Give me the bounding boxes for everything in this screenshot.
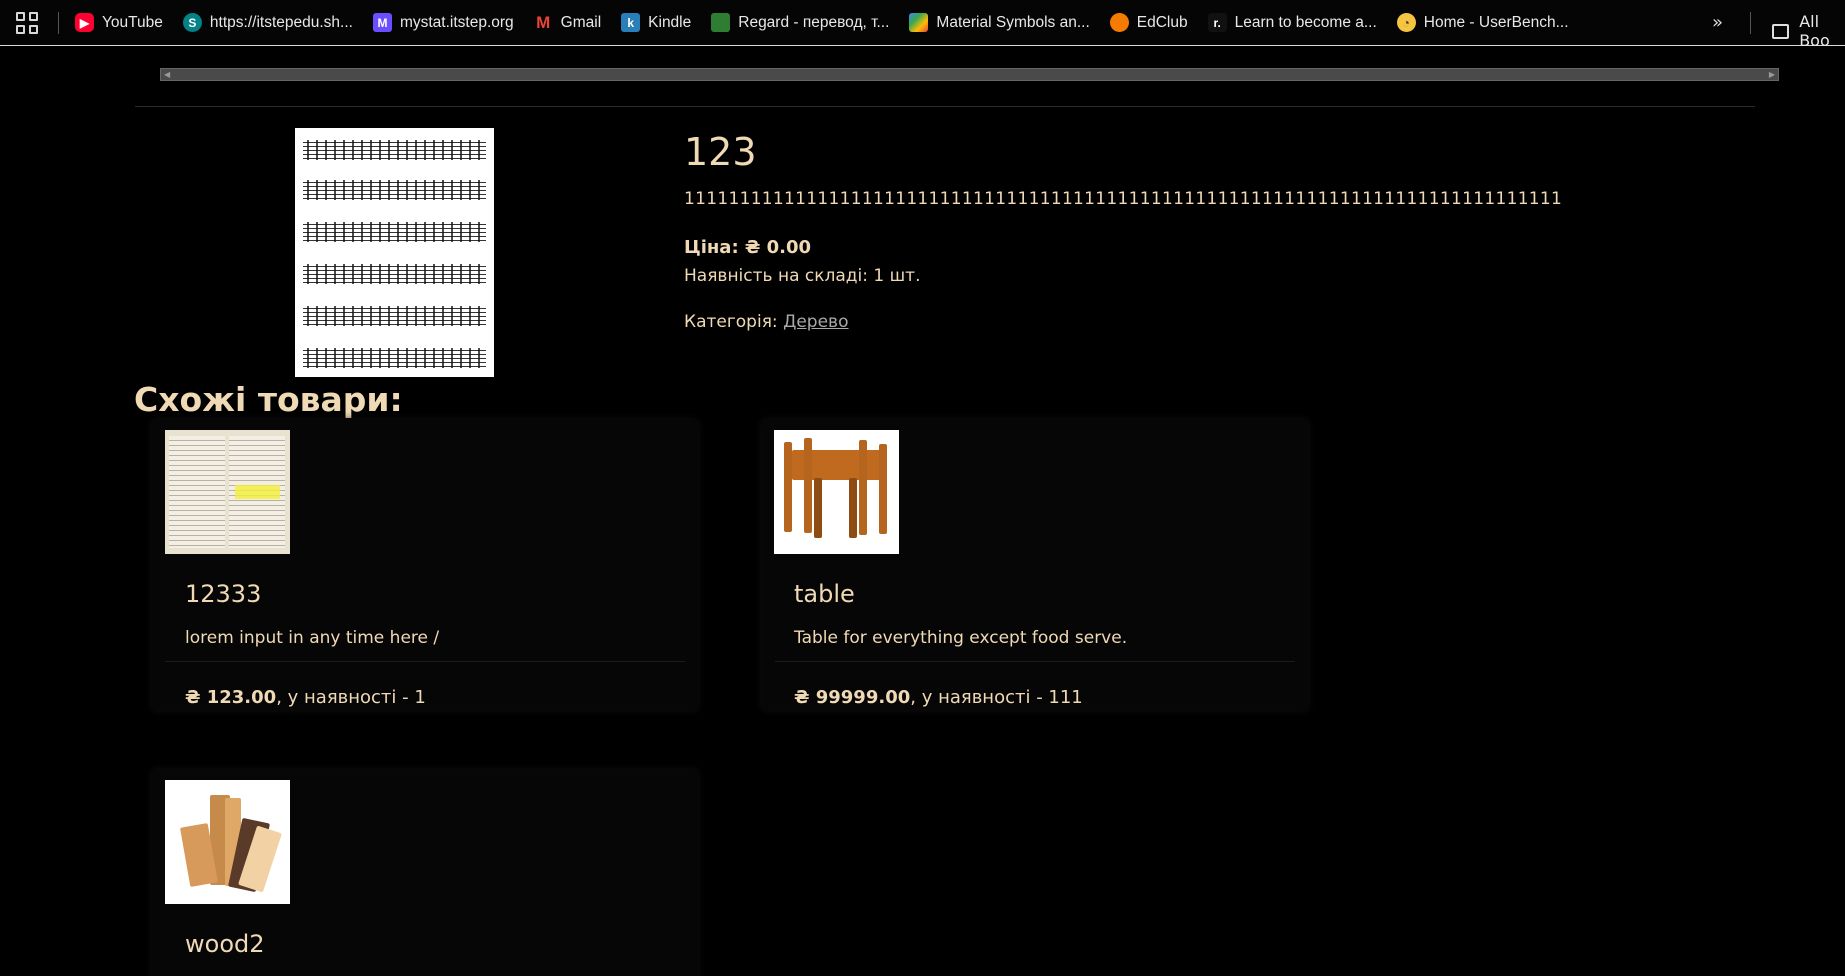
product-card[interactable]: table Table for everything except food s… (762, 420, 1308, 710)
gmail-icon: M (536, 12, 551, 32)
bookmark-kindle[interactable]: k Kindle (621, 13, 691, 32)
card-divider (775, 661, 1295, 662)
category-link[interactable]: Дерево (783, 312, 848, 332)
category-label: Категорія: (684, 312, 784, 332)
card-title[interactable]: wood2 (185, 930, 265, 958)
kindle-icon: k (621, 13, 641, 32)
product-thumbnail (774, 430, 899, 554)
bookmarks-separator (1750, 12, 1751, 34)
userbench-icon: ◔ (1396, 13, 1416, 32)
product-stock: Наявність на складі: 1 шт. (684, 266, 921, 286)
bookmark-label: YouTube (102, 13, 163, 31)
bookmark-label: mystat.itstep.org (399, 13, 514, 31)
card-description: Table for everything except food serve. (794, 628, 1128, 648)
bookmark-gmail[interactable]: M Gmail (534, 13, 601, 32)
product-title: 123 (684, 130, 757, 174)
product-thumbnail (165, 780, 290, 904)
card-stock: , у наявності - 111 (910, 687, 1083, 708)
card-title[interactable]: 12333 (185, 580, 261, 608)
card-title[interactable]: table (794, 580, 855, 608)
material-icon (909, 13, 929, 32)
bookmark-sharepoint[interactable]: S https://itstepedu.sh... (182, 13, 353, 32)
bookmark-label: Gmail (560, 13, 602, 31)
bookmark-edclub[interactable]: EdClub (1109, 13, 1188, 32)
all-bookmarks-button[interactable]: All Boo (1772, 12, 1845, 50)
scroll-right-icon[interactable]: ▶ (1769, 70, 1775, 79)
product-card[interactable]: wood2 (152, 770, 698, 976)
book-image (165, 430, 290, 554)
card-divider (165, 661, 685, 662)
edclub-icon (1109, 13, 1129, 32)
all-bookmarks-label: All Boo (1799, 12, 1830, 50)
mystat-icon: M (372, 13, 392, 32)
card-footer: ₴ 99999.00, у наявності - 111 (794, 687, 1083, 708)
product-description: 1111111111111111111111111111111111111111… (684, 189, 1563, 209)
horizontal-scrollbar[interactable]: ◀ ▶ (160, 68, 1779, 81)
folder-icon (1772, 23, 1790, 39)
bookmark-regard[interactable]: Regard - перевод, т... (711, 13, 889, 32)
bookmark-youtube[interactable]: ▶ YouTube (75, 13, 163, 32)
apps-grid-icon[interactable] (16, 11, 38, 34)
bookmark-label: EdClub (1136, 13, 1188, 31)
bookmark-label: Kindle (648, 13, 692, 31)
product-card[interactable]: 12333 lorem input in any time here / ₴ 1… (152, 420, 698, 710)
bookmarks-separator (58, 11, 59, 34)
card-price: ₴ 99999.00 (794, 687, 911, 708)
sharepoint-icon: S (182, 13, 202, 32)
product-category: Категорія: Дерево (684, 312, 848, 332)
bookmark-material[interactable]: Material Symbols an... (909, 13, 1090, 32)
more-bookmarks-icon[interactable]: » (1712, 12, 1723, 33)
scroll-left-icon[interactable]: ◀ (164, 70, 170, 79)
bookmark-roadmap[interactable]: r. Learn to become a... (1207, 13, 1377, 32)
bookmark-label: Regard - перевод, т... (738, 13, 890, 31)
card-footer: ₴ 123.00, у наявності - 1 (185, 687, 426, 708)
product-image (295, 128, 494, 377)
bookmarks-bar: ▶ YouTube S https://itstepedu.sh... M my… (0, 0, 1845, 46)
bookmark-userbench[interactable]: ◔ Home - UserBench... (1396, 13, 1569, 32)
bookmark-label: Home - UserBench... (1423, 13, 1569, 31)
bookmark-label: Material Symbols an... (936, 13, 1090, 31)
product-price: Ціна: ₴ 0.00 (684, 237, 812, 258)
card-description: lorem input in any time here / (185, 628, 440, 648)
regard-icon (711, 13, 731, 32)
card-stock: , у наявності - 1 (276, 687, 426, 708)
product-thumbnail (165, 430, 290, 554)
card-price: ₴ 123.00 (185, 687, 277, 708)
similar-products-heading: Схожі товари: (134, 380, 403, 419)
roadmap-icon: r. (1207, 13, 1227, 32)
bookmark-label: Learn to become a... (1234, 13, 1377, 31)
bookmark-mystat[interactable]: M mystat.itstep.org (372, 13, 514, 32)
youtube-icon: ▶ (75, 13, 94, 32)
divider (135, 106, 1755, 107)
bookmark-label: https://itstepedu.sh... (209, 13, 353, 31)
